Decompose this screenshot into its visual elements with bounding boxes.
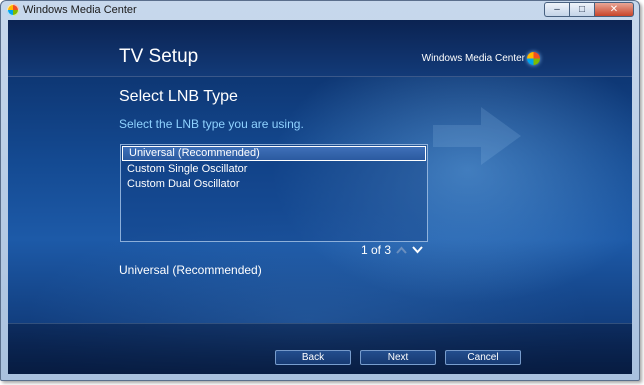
minimize-button[interactable]: – <box>544 2 569 17</box>
selection-description: Universal (Recommended) <box>119 263 262 277</box>
chevron-down-icon[interactable] <box>412 246 423 254</box>
right-arrow-icon <box>433 107 521 165</box>
close-button[interactable]: ✕ <box>594 2 634 17</box>
list-pager: 1 of 3 <box>361 244 423 256</box>
title-bar[interactable]: Windows Media Center – □ ✕ <box>1 1 639 19</box>
media-center-logo-icon[interactable] <box>7 4 19 16</box>
page-title: TV Setup <box>119 46 199 67</box>
pager-count: 1 of 3 <box>361 243 392 257</box>
instruction-text: Select the LNB type you are using. <box>119 117 304 131</box>
footer-band <box>8 323 632 374</box>
next-button[interactable]: Next <box>360 350 436 365</box>
maximize-button[interactable]: □ <box>569 2 594 17</box>
chevron-up-icon[interactable] <box>396 246 407 254</box>
section-heading: Select LNB Type <box>119 88 238 105</box>
list-item-universal[interactable]: Universal (Recommended) <box>122 146 426 161</box>
brand-label: Windows Media Center <box>421 53 525 64</box>
media-center-logo-icon <box>527 52 540 65</box>
lnb-type-list[interactable]: Universal (Recommended) Custom Single Os… <box>120 144 428 242</box>
list-item-custom-dual-oscillator[interactable]: Custom Dual Oscillator <box>121 177 427 192</box>
window-title: Windows Media Center <box>23 4 137 16</box>
application-window: Windows Media Center – □ ✕ TV Setup Wind… <box>0 0 640 381</box>
list-item-custom-single-oscillator[interactable]: Custom Single Oscillator <box>121 162 427 177</box>
cancel-button[interactable]: Cancel <box>445 350 521 365</box>
window-controls: – □ ✕ <box>544 2 634 17</box>
header-band <box>8 20 632 77</box>
media-center-client-area: TV Setup Windows Media Center Select LNB… <box>8 20 632 374</box>
back-button[interactable]: Back <box>275 350 351 365</box>
